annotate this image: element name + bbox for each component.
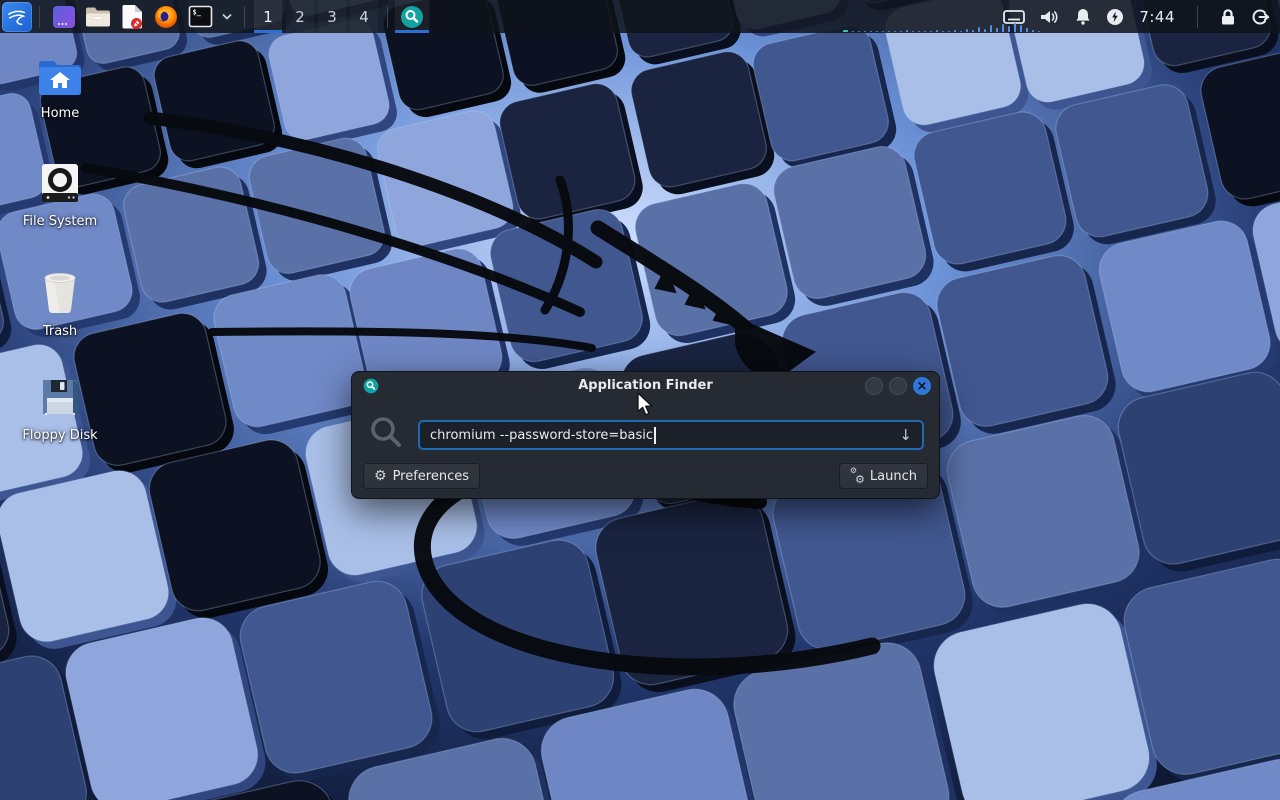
mouse-cursor	[637, 392, 659, 416]
search-input[interactable]: chromium --password-store=basic ↓	[418, 420, 924, 450]
minimize-button[interactable]	[865, 377, 883, 395]
desktop-icon-floppy-disk[interactable]: Floppy Disk	[8, 376, 112, 443]
search-icon	[369, 415, 405, 451]
dropdown-arrow-icon[interactable]: ↓	[899, 428, 912, 443]
desktop-icon-file-system[interactable]: File System	[8, 162, 112, 229]
preferences-button[interactable]: ⚙ Preferences	[363, 463, 480, 489]
power-manager-icon[interactable]	[1106, 8, 1124, 26]
chevron-down-icon	[222, 13, 232, 20]
text-caret	[654, 427, 656, 444]
audio-visualizer	[843, 0, 1040, 32]
application-finder-window: Application Finder × chromium --password…	[351, 371, 940, 499]
taskbar-application-finder[interactable]	[395, 0, 429, 33]
panel-separator	[39, 6, 40, 28]
file-manager-icon	[85, 5, 111, 28]
workspace-2[interactable]: 2	[286, 0, 314, 33]
launcher-terminal[interactable]: $_	[186, 3, 214, 31]
desktop: Home File System Trash Floppy Di	[0, 0, 1280, 800]
close-button[interactable]: ×	[913, 377, 931, 395]
panel-separator	[244, 6, 245, 28]
clock[interactable]: 7:44	[1139, 8, 1175, 26]
panel-separator	[387, 6, 388, 28]
terminal-icon: $_	[188, 5, 213, 28]
search-input-value: chromium --password-store=basic	[430, 428, 653, 443]
workspace-1[interactable]: 1	[254, 0, 282, 33]
maximize-button[interactable]	[889, 377, 907, 395]
firefox-icon	[153, 4, 179, 30]
log-out-icon[interactable]	[1251, 8, 1270, 26]
app-drawer-icon	[51, 4, 77, 30]
panel-separator	[1197, 6, 1198, 28]
gear-icon: ⚙	[374, 469, 387, 483]
desktop-icon-label: File System	[23, 214, 97, 229]
applications-menu-button[interactable]	[2, 2, 32, 32]
desktop-icon-home[interactable]: Home	[8, 58, 112, 121]
launcher-app-drawer[interactable]	[50, 3, 78, 31]
app-finder-icon	[400, 5, 424, 29]
top-panel: $_ 1 2 3 4	[0, 0, 1280, 33]
floppy-disk-icon	[39, 376, 81, 418]
launcher-firefox[interactable]	[152, 3, 180, 31]
launcher-text-editor[interactable]	[118, 3, 146, 31]
text-editor-icon	[120, 4, 144, 30]
desktop-icon-trash[interactable]: Trash	[8, 270, 112, 339]
terminal-dropdown-button[interactable]	[220, 3, 234, 31]
kali-logo-icon	[6, 6, 28, 28]
home-folder-icon	[37, 58, 83, 96]
hard-drive-icon	[39, 162, 81, 204]
desktop-icon-label: Home	[41, 106, 79, 121]
desktop-icon-label: Trash	[43, 324, 77, 339]
volume-icon[interactable]	[1040, 9, 1060, 25]
window-controls: ×	[865, 377, 931, 395]
system-tray: 7:44	[1003, 6, 1270, 28]
window-title: Application Finder	[352, 378, 939, 393]
svg-text:$_: $_	[192, 9, 201, 17]
launch-gears-icon: ⚙ ⚙	[850, 469, 864, 483]
notifications-bell-icon[interactable]	[1075, 8, 1091, 25]
launcher-file-manager[interactable]	[84, 3, 112, 31]
workspace-4[interactable]: 4	[350, 0, 378, 33]
launch-button[interactable]: ⚙ ⚙ Launch	[839, 463, 928, 489]
workspace-3[interactable]: 3	[318, 0, 346, 33]
trash-bin-icon	[39, 270, 81, 314]
desktop-icon-label: Floppy Disk	[22, 428, 97, 443]
lock-screen-icon[interactable]	[1220, 8, 1236, 26]
